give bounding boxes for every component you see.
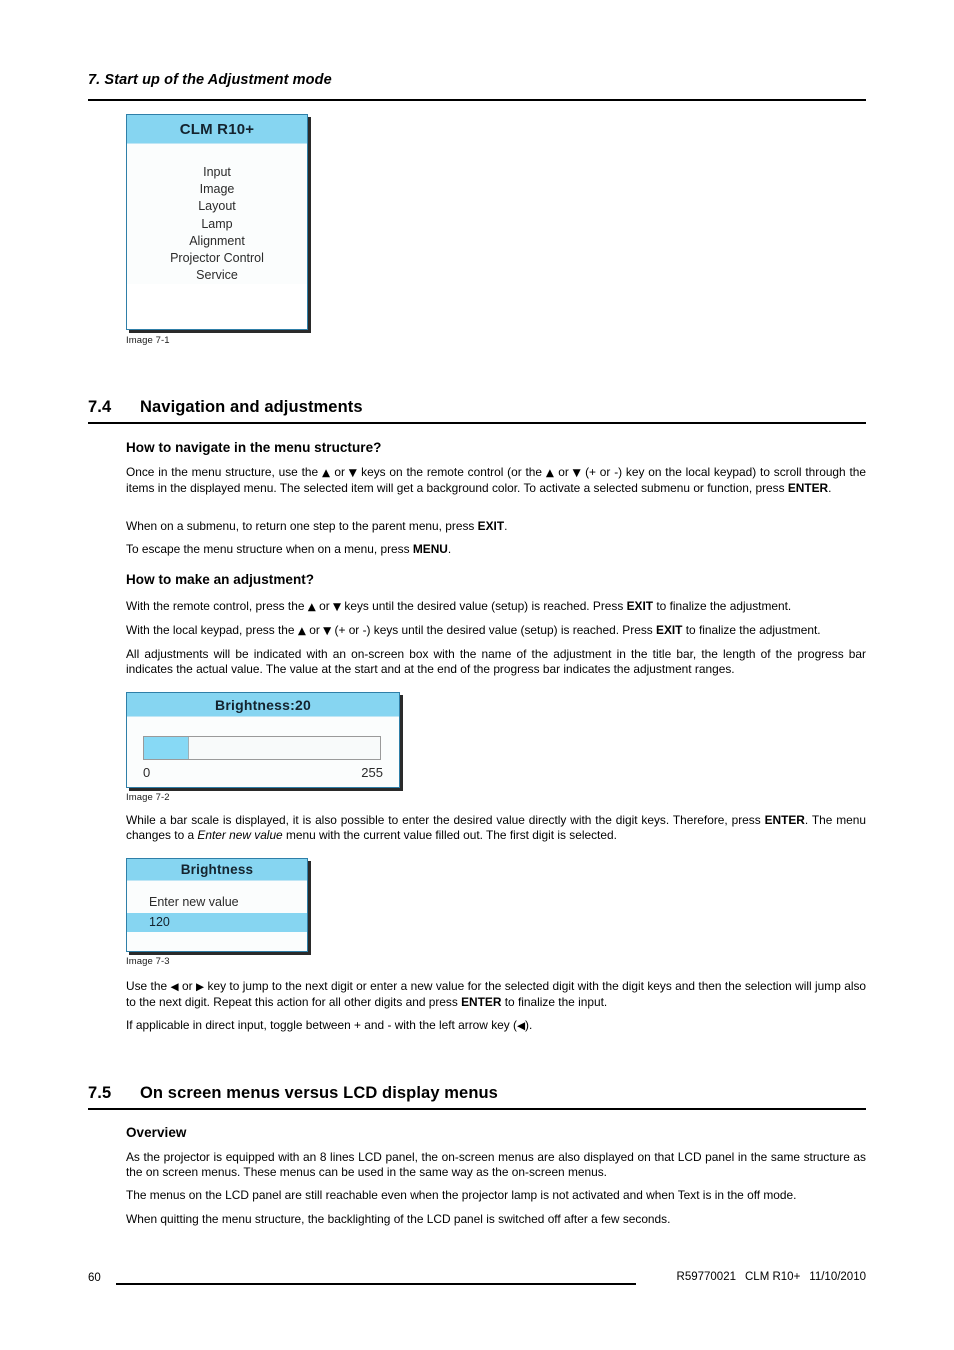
paragraph-sign-toggle: If applicable in direct input, toggle be… [126,1018,533,1032]
right-arrow-icon: ▶ [195,981,205,993]
progress-bar-fill [144,737,189,759]
section-number: 7.5 [88,1084,112,1102]
section-number: 7.4 [88,398,112,416]
osd-mock-brightness-bar: Brightness:20 0 255 [126,692,400,788]
paragraph-keypad-adjust: With the local keypad, press the ▲ or ▼ … [126,623,821,637]
section-heading-7-5: 7.5 On screen menus versus LCD display me… [88,1084,866,1110]
menu-name-italic: Enter new value [197,828,283,843]
paragraph-escape-menu: To escape the menu structure when on a m… [126,542,452,556]
key-label-enter: ENTER [764,813,805,827]
osd-value-area: Enter new value 120 [127,881,307,951]
up-arrow-icon: ▲ [321,467,331,479]
paragraph-submenu-exit: When on a submenu, to return one step to… [126,519,508,533]
osd-mock-enter-new-value: Brightness Enter new value 120 [126,858,308,952]
osd-menu-item: Alignment [189,233,245,248]
paragraph-progress-bar-explain: All adjustments will be indicated with a… [126,647,866,677]
bar-range-min: 0 [143,765,151,780]
footer-divider [116,1283,636,1285]
paragraph-direct-digit-entry: While a bar scale is displayed, it is al… [126,813,866,843]
key-label-enter: ENTER [787,481,829,496]
figure-caption: Image 7-1 [126,335,170,346]
section-title: On screen menus versus LCD display menus [140,1084,498,1102]
osd-menu-list: Input Image Layout Lamp Alignment Projec… [127,144,307,285]
subheading-how-to-navigate: How to navigate in the menu structure? [126,440,382,455]
left-arrow-icon: ◀ [170,981,179,993]
footer-date: 11/10/2010 [809,1271,866,1283]
key-label-exit: EXIT [656,623,683,637]
footer-document-reference: R59770021 CLM R10+ 11/10/2010 [677,1271,866,1283]
osd-title-bar: CLM R10+ [127,115,307,144]
left-arrow-icon: ◀ [516,1020,526,1032]
osd-menu-item: Layout [198,199,236,214]
osd-bar-area: 0 255 [127,717,399,787]
subheading-how-to-adjust: How to make an adjustment? [126,572,315,587]
osd-title-bar: Brightness [127,859,307,881]
osd-menu-item: Projector Control [170,251,264,266]
down-arrow-icon: ▼ [323,625,332,637]
enter-new-value-prompt: Enter new value [149,895,239,909]
bar-range-max: 255 [361,765,383,780]
paragraph-digit-navigation: Use the ◀ or ▶ key to jump to the next d… [126,979,867,1010]
subheading-overview: Overview [126,1125,187,1140]
osd-menu-item: Lamp [201,216,233,231]
osd-menu-item: Service [196,268,238,283]
key-label-menu: MENU [412,542,448,556]
osd-title-bar: Brightness:20 [127,693,399,717]
header-divider [88,99,866,101]
down-arrow-icon: ▼ [333,601,342,613]
osd-mock-main-menu: CLM R10+ Input Image Layout Lamp Alignme… [126,114,308,330]
up-arrow-icon: ▲ [297,625,306,637]
figure-caption: Image 7-2 [126,792,170,803]
section-divider [88,422,866,424]
document-page: 7. Start up of the Adjustment mode CLM R… [0,0,954,1350]
osd-menu-item: Input [203,165,231,179]
key-label-enter: ENTER [461,995,502,1010]
paragraph-navigate-keys: Once in the menu structure, use the ▲ or… [126,465,867,496]
figure-caption: Image 7-3 [126,956,170,967]
up-arrow-icon: ▲ [307,601,316,613]
footer-page-number: 60 [88,1272,101,1284]
paragraph-remote-adjust: With the remote control, press the ▲ or … [126,599,792,613]
key-label-exit: EXIT [477,519,505,533]
chapter-header: 7. Start up of the Adjustment mode [88,72,332,88]
osd-menu-item: Image [199,182,235,197]
down-arrow-icon: ▼ [572,467,582,479]
section-title: Navigation and adjustments [140,398,363,416]
section-divider [88,1108,866,1110]
paragraph-overview-lcd-panel: As the projector is equipped with an 8 l… [126,1150,866,1180]
paragraph-overview-backlight: When quitting the menu structure, the ba… [126,1212,671,1226]
footer-product: CLM R10+ [745,1271,801,1283]
section-heading-7-4: 7.4 Navigation and adjustments [88,398,866,424]
enter-new-value-field: 120 [127,913,307,932]
footer-doc-ref: R59770021 [676,1271,736,1283]
progress-bar-track [143,736,381,760]
paragraph-overview-reachable: The menus on the LCD panel are still rea… [126,1188,797,1202]
key-label-exit: EXIT [626,599,654,613]
